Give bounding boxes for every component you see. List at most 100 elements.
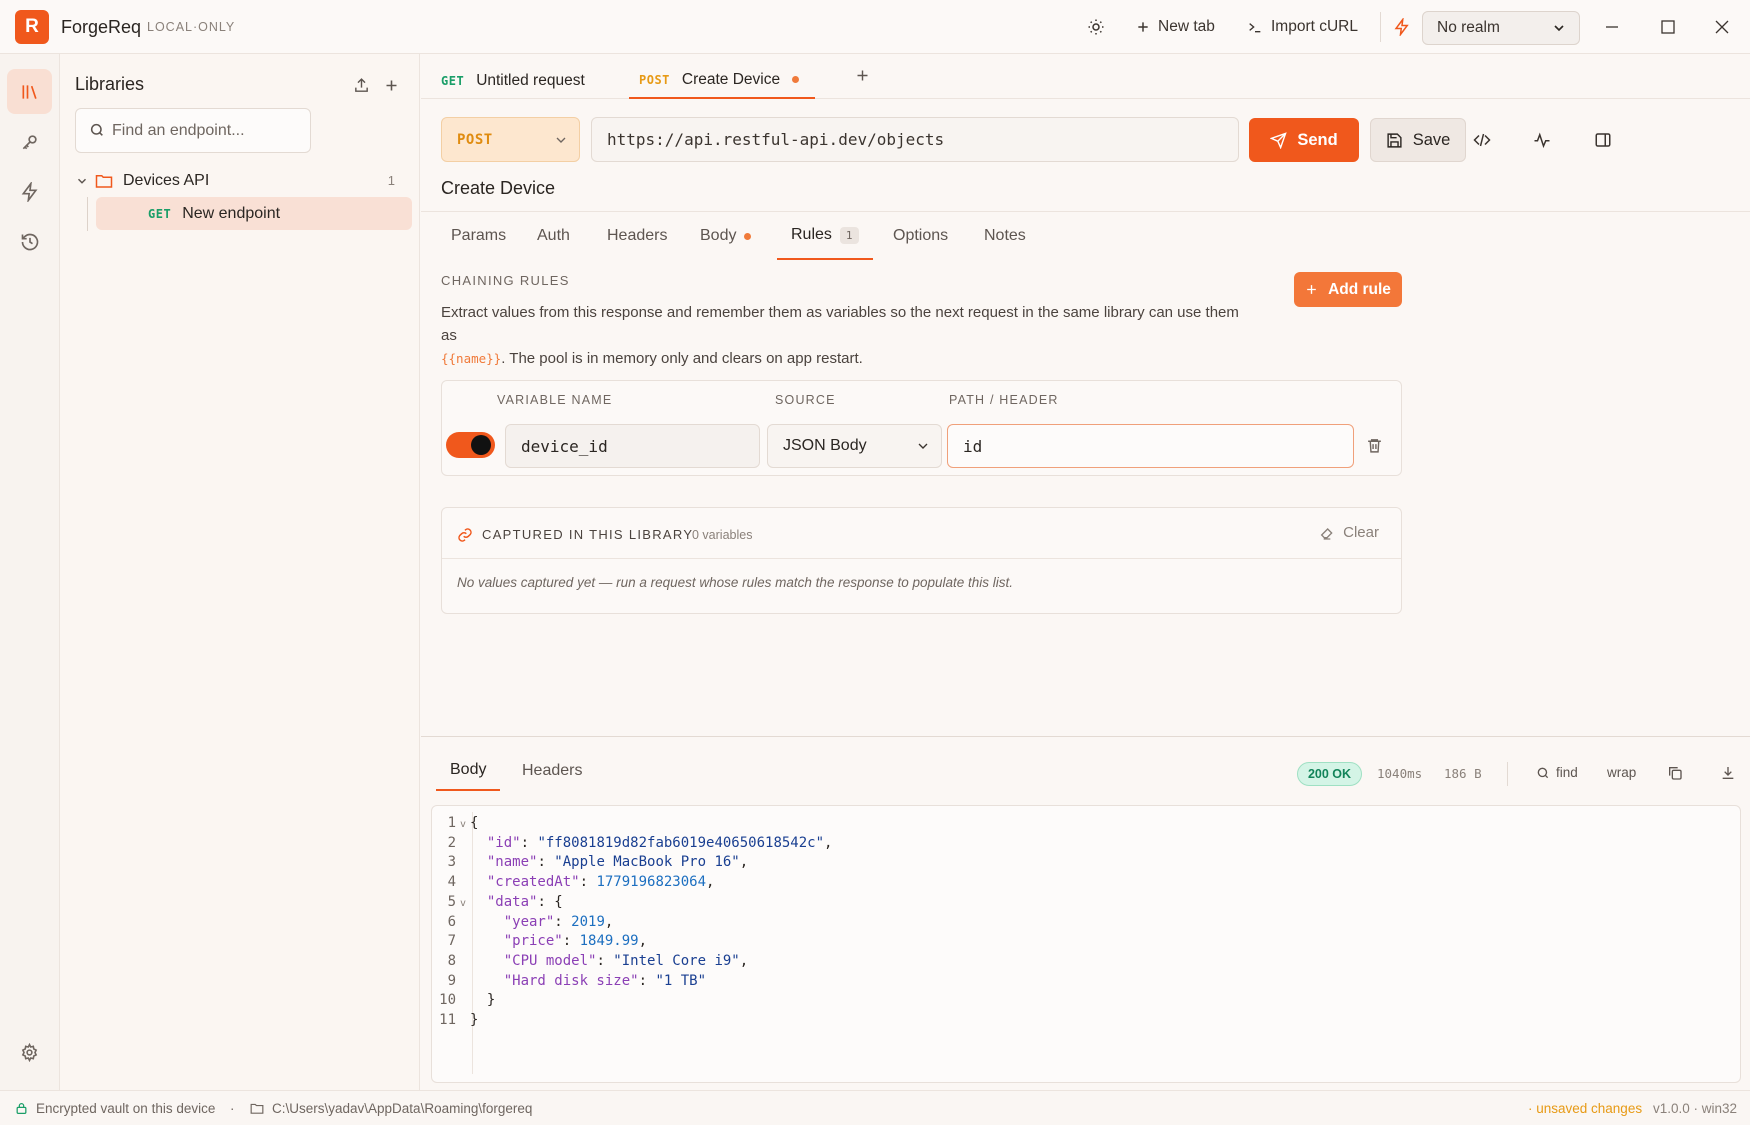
- tree-folder-devices-api[interactable]: Devices API 1: [75, 168, 405, 194]
- rail-history-button[interactable]: [7, 219, 52, 264]
- add-library-button[interactable]: [380, 74, 402, 96]
- tab-method: GET: [441, 73, 465, 88]
- new-tab-button[interactable]: New tab: [1136, 14, 1215, 40]
- code-token: ,: [739, 854, 749, 871]
- status-bar: Encrypted vault on this device · C:\User…: [0, 1090, 1750, 1125]
- line-number: 10: [439, 992, 456, 1009]
- tab-untitled-request[interactable]: GET Untitled request: [431, 62, 595, 99]
- unsaved-dot: [792, 76, 800, 83]
- folder-count: 1: [387, 173, 395, 188]
- rail-settings-button[interactable]: [7, 1030, 52, 1075]
- main-panel: GET Untitled request POST Create Device …: [421, 54, 1750, 1090]
- activity-button[interactable]: [1530, 128, 1554, 152]
- download-icon: [1722, 767, 1734, 779]
- response-size: 186 B: [1444, 766, 1482, 781]
- code-line: 11}: [432, 1012, 478, 1032]
- delete-rule-button[interactable]: [1366, 437, 1383, 458]
- wrap-button[interactable]: wrap: [1607, 765, 1636, 780]
- column-header-variable: VARIABLE NAME: [497, 393, 613, 407]
- realm-select[interactable]: No realm: [1422, 11, 1580, 45]
- tab-options[interactable]: Options: [893, 212, 948, 260]
- maximize-button[interactable]: [1656, 15, 1680, 39]
- endpoint-search-input[interactable]: Find an endpoint...: [75, 108, 311, 153]
- code-line: 6 "year": 2019,: [432, 913, 614, 934]
- tab-notes[interactable]: Notes: [984, 212, 1026, 260]
- realm-icon: [1393, 14, 1411, 40]
- export-button[interactable]: [350, 74, 372, 96]
- minimize-button[interactable]: [1600, 15, 1624, 39]
- tab-body[interactable]: Body: [700, 212, 752, 260]
- code-token: "CPU model": [503, 952, 597, 969]
- rule-enabled-toggle[interactable]: [446, 432, 495, 458]
- tab-response-body[interactable]: Body: [436, 751, 501, 791]
- response-body-viewer[interactable]: 1 v{2 "id": "ff8081819d82fab6019e40650618…: [431, 805, 1741, 1083]
- app-version: v1.0.0 · win32: [1653, 1101, 1738, 1116]
- toggle-panel-button[interactable]: [1591, 128, 1615, 152]
- add-rule-button[interactable]: Add rule: [1294, 272, 1402, 307]
- data-path: C:\Users\yadav\AppData\Roaming\forgereq: [250, 1101, 532, 1116]
- rail-libraries-button[interactable]: [7, 69, 52, 114]
- tab-auth[interactable]: Auth: [537, 212, 570, 260]
- folder-icon: [250, 1103, 264, 1114]
- status-badge: 200 OK: [1297, 762, 1362, 786]
- link-icon: [458, 528, 472, 542]
- url-input[interactable]: https://api.restful-api.dev/objects: [591, 117, 1239, 162]
- import-curl-button[interactable]: Import cURL: [1247, 14, 1358, 40]
- code-icon: [1473, 133, 1491, 147]
- find-button[interactable]: find: [1536, 765, 1578, 780]
- folder-icon: [95, 175, 113, 188]
- rail-realms-button[interactable]: [7, 169, 52, 214]
- app-logo: R: [15, 10, 49, 44]
- method-select[interactable]: POST: [441, 117, 580, 162]
- fold-toggle-icon[interactable]: v: [456, 819, 470, 830]
- download-button[interactable]: [1720, 765, 1736, 781]
- url-value: https://api.restful-api.dev/objects: [607, 130, 945, 149]
- tab-rules[interactable]: Rules 1: [777, 212, 873, 260]
- rail-auth-button[interactable]: [7, 119, 52, 164]
- send-button[interactable]: Send: [1249, 118, 1359, 162]
- captured-header: CAPTURED IN THIS LIBRARY 0 variables Cle…: [442, 508, 1401, 559]
- tab-body-label: Body: [700, 227, 737, 244]
- variable-name-input[interactable]: device_id: [505, 424, 760, 468]
- save-button[interactable]: Save: [1370, 118, 1466, 162]
- code-token: "createdAt": [486, 874, 580, 891]
- line-number: 5: [447, 893, 456, 910]
- add-tab-button[interactable]: [855, 68, 870, 87]
- plus-icon: [1307, 285, 1316, 294]
- code-token: :: [638, 972, 656, 989]
- close-button[interactable]: [1710, 15, 1734, 39]
- divider: [1380, 12, 1381, 42]
- code-token: "1 TB": [655, 972, 707, 989]
- list-item-new-endpoint[interactable]: GET New endpoint: [96, 197, 412, 230]
- code-snippet-button[interactable]: [1470, 128, 1494, 152]
- code-token: : {: [537, 893, 563, 910]
- code-token: "year": [503, 913, 555, 930]
- add-rule-label: Add rule: [1328, 280, 1391, 298]
- tab-headers[interactable]: Headers: [607, 212, 667, 260]
- terminal-icon: [1249, 23, 1261, 33]
- source-select[interactable]: JSON Body: [767, 424, 942, 468]
- line-number: 7: [447, 933, 456, 950]
- chevron-down-icon: [556, 137, 566, 143]
- tab-params[interactable]: Params: [451, 212, 506, 260]
- captured-variables-panel: CAPTURED IN THIS LIBRARY 0 variables Cle…: [441, 507, 1402, 614]
- response-panel: Body Headers 200 OK 1040ms 186 B find wr…: [421, 736, 1750, 1090]
- tab-create-device[interactable]: POST Create Device: [629, 62, 815, 99]
- code-token: :: [537, 854, 555, 871]
- code-token: :: [579, 874, 597, 891]
- theme-toggle-button[interactable]: [1087, 14, 1105, 40]
- line-number: 6: [447, 913, 456, 930]
- code-token: :: [520, 834, 538, 851]
- clear-captured-button[interactable]: Clear: [1319, 524, 1379, 541]
- copy-button[interactable]: [1667, 765, 1683, 781]
- tab-response-headers[interactable]: Headers: [522, 751, 582, 791]
- lightning-icon: [21, 181, 37, 202]
- request-tabbar: GET Untitled request POST Create Device: [421, 54, 1750, 99]
- fold-toggle-icon[interactable]: v: [456, 898, 470, 909]
- new-tab-label: New tab: [1158, 18, 1215, 35]
- send-label: Send: [1297, 130, 1338, 149]
- path-input[interactable]: id: [947, 424, 1354, 468]
- status-separator: ·: [230, 1101, 235, 1116]
